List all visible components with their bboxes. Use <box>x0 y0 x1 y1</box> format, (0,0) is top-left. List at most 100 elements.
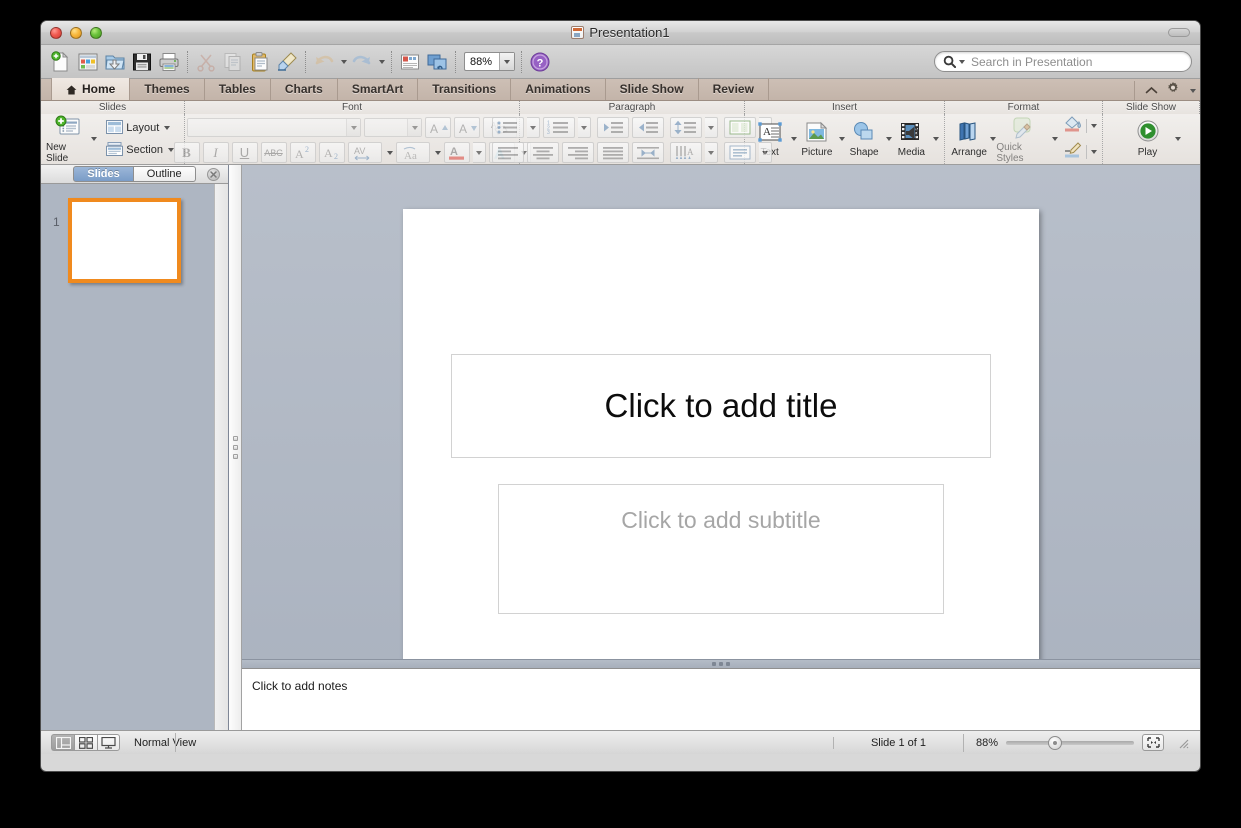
normal-view-button[interactable] <box>51 734 74 751</box>
superscript-button[interactable]: A 2 <box>289 142 316 163</box>
media-browser-icon[interactable] <box>398 50 422 74</box>
printer-icon[interactable] <box>157 50 181 74</box>
slide-editing-stage[interactable]: Click to add title Click to add subtitle <box>242 165 1200 730</box>
slide-thumbnail-1[interactable] <box>67 198 181 283</box>
text-direction-dropdown-caret-icon[interactable] <box>705 142 718 163</box>
change-case-dropdown-caret-icon[interactable] <box>434 150 441 155</box>
slide-sorter-button[interactable] <box>74 734 97 751</box>
tab-slide-show[interactable]: Slide Show <box>606 78 699 100</box>
tab-transitions[interactable]: Transitions <box>418 78 512 100</box>
window-resize-grip[interactable] <box>1176 736 1190 750</box>
align-left-button[interactable] <box>492 142 524 163</box>
font-name-dropdown-caret-icon[interactable] <box>346 119 360 136</box>
clipboard-icon[interactable] <box>248 50 272 74</box>
italic-button[interactable]: I <box>202 142 229 163</box>
search-magnifier-icon[interactable] <box>935 55 969 68</box>
template-gallery-icon[interactable] <box>76 50 100 74</box>
notes-pane[interactable]: Click to add notes <box>242 668 1200 730</box>
columns-button[interactable] <box>724 117 756 138</box>
numbering-dropdown-caret-icon[interactable] <box>578 117 591 138</box>
quick-styles-button[interactable]: Quick Styles <box>996 114 1050 164</box>
distribute-text-button[interactable] <box>632 142 664 163</box>
line-color-button[interactable] <box>1062 141 1097 164</box>
strikethrough-button[interactable]: ABC <box>260 142 287 163</box>
quick-styles-dropdown-caret-icon[interactable] <box>1052 137 1058 141</box>
font-size-combo[interactable] <box>364 118 422 137</box>
paintbrush-icon[interactable] <box>275 50 299 74</box>
close-window-button[interactable] <box>50 27 62 39</box>
close-circle-icon[interactable] <box>207 168 220 181</box>
align-right-button[interactable] <box>562 142 594 163</box>
toolbar-zoom-dropdown-caret-icon[interactable] <box>499 53 514 70</box>
character-spacing-dropdown-caret-icon[interactable] <box>386 150 393 155</box>
grow-font-button[interactable]: A <box>425 117 451 138</box>
fit-to-window-icon[interactable] <box>1142 734 1164 751</box>
search-box[interactable] <box>934 51 1192 72</box>
toolbar-zoom-combo[interactable]: 88% <box>464 52 515 71</box>
increase-indent-button[interactable] <box>632 117 664 138</box>
align-text-button[interactable] <box>724 142 756 163</box>
tab-outline[interactable]: Outline <box>133 166 196 182</box>
minimize-window-button[interactable] <box>70 27 82 39</box>
slide-thumbnail-list[interactable]: 1 <box>41 184 228 730</box>
copy-icon[interactable] <box>221 50 245 74</box>
chevron-up-icon[interactable] <box>1145 82 1158 100</box>
tab-tables[interactable]: Tables <box>205 78 271 100</box>
justify-button[interactable] <box>597 142 629 163</box>
bold-button[interactable]: B <box>173 142 200 163</box>
layout-dropdown-caret-icon[interactable] <box>164 126 171 130</box>
align-center-button[interactable] <box>527 142 559 163</box>
gear-icon[interactable] <box>1166 81 1180 100</box>
insert-media-button[interactable]: Media <box>892 114 931 164</box>
zoom-slider[interactable] <box>1006 735 1134 750</box>
tab-slides[interactable]: Slides <box>73 166 134 182</box>
text-direction-button[interactable]: A <box>670 142 702 163</box>
tab-review[interactable]: Review <box>699 78 769 100</box>
character-spacing-button[interactable]: AV <box>347 142 382 163</box>
redo-dropdown-caret-icon[interactable] <box>379 59 385 64</box>
gear-dropdown-caret-icon[interactable] <box>1190 88 1196 93</box>
font-size-dropdown-caret-icon[interactable] <box>407 119 421 136</box>
font-color-dropdown-caret-icon[interactable] <box>472 142 486 163</box>
undo-arrow-icon[interactable] <box>312 50 336 74</box>
new-slide-button[interactable]: New Slide <box>46 114 89 164</box>
scissors-icon[interactable] <box>194 50 218 74</box>
redo-arrow-icon[interactable] <box>350 50 374 74</box>
numbering-button[interactable]: 1 2 3 <box>543 117 575 138</box>
title-placeholder[interactable]: Click to add title <box>451 354 991 458</box>
new-slide-dropdown-caret-icon[interactable] <box>91 137 98 141</box>
line-color-dropdown-caret-icon[interactable] <box>1091 150 1097 154</box>
bullets-button[interactable] <box>492 117 524 138</box>
tab-charts[interactable]: Charts <box>271 78 338 100</box>
slide-canvas[interactable]: Click to add title Click to add subtitle <box>403 209 1039 686</box>
search-input[interactable] <box>971 54 1171 69</box>
play-button[interactable]: Play <box>1123 114 1173 164</box>
slides-panel-scrollbar[interactable] <box>214 184 228 730</box>
zoom-slider-knob[interactable] <box>1048 735 1062 750</box>
arrange-button[interactable]: Arrange <box>950 114 988 164</box>
insert-media-dropdown-caret-icon[interactable] <box>933 137 939 141</box>
play-dropdown-caret-icon[interactable] <box>1174 137 1181 141</box>
help-question-icon[interactable]: ? <box>528 50 552 74</box>
undo-dropdown-caret-icon[interactable] <box>341 59 347 64</box>
subtitle-placeholder[interactable]: Click to add subtitle <box>498 484 944 614</box>
bullets-dropdown-caret-icon[interactable] <box>527 117 540 138</box>
floppy-disk-icon[interactable] <box>130 50 154 74</box>
new-document-icon[interactable] <box>49 50 73 74</box>
notes-splitter[interactable] <box>242 659 1200 668</box>
decrease-indent-button[interactable] <box>597 117 629 138</box>
section-button[interactable]: Section <box>101 141 179 160</box>
tab-themes[interactable]: Themes <box>130 78 205 100</box>
shape-fill-dropdown-caret-icon[interactable] <box>1091 124 1097 128</box>
change-case-button[interactable]: Aa <box>395 142 430 163</box>
toolbox-icon[interactable] <box>425 50 449 74</box>
layout-button[interactable]: Layout <box>101 119 179 138</box>
shape-fill-button[interactable] <box>1062 115 1097 138</box>
insert-picture-button[interactable]: Picture <box>797 114 836 164</box>
subscript-button[interactable]: A 2 <box>318 142 345 163</box>
line-spacing-button[interactable] <box>670 117 702 138</box>
insert-shape-button[interactable]: Shape <box>845 114 884 164</box>
shrink-font-button[interactable]: A <box>454 117 480 138</box>
underline-button[interactable]: U <box>231 142 258 163</box>
font-color-button[interactable]: A <box>443 142 470 163</box>
